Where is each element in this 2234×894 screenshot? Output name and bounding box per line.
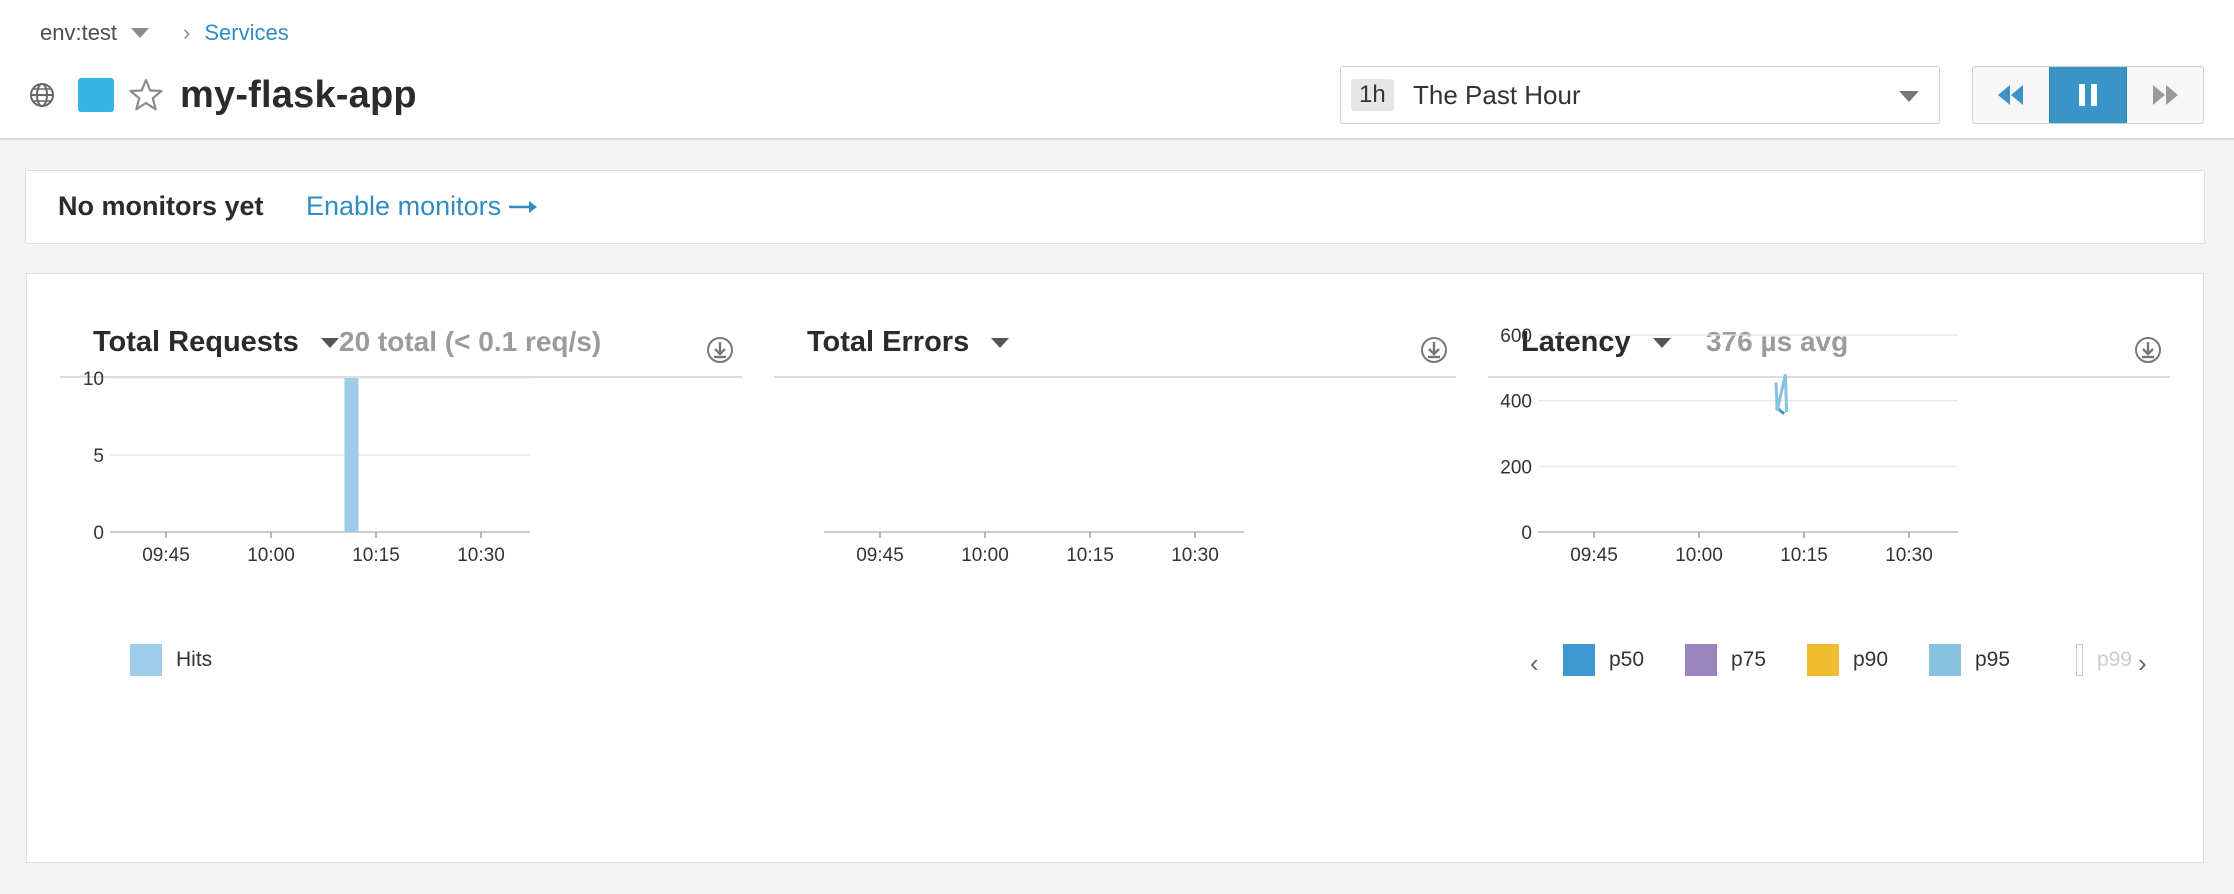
widget-header: Total Requests 20 total (< 0.1 req/s) bbox=[60, 314, 742, 378]
legend-swatch bbox=[1685, 644, 1717, 676]
widget-title-dropdown[interactable]: Total Errors bbox=[807, 326, 1010, 359]
legend-item[interactable]: p75 bbox=[1685, 644, 1766, 676]
widget-header: Latency 376 µs avg bbox=[1488, 314, 2170, 378]
x-tick-label: 10:00 bbox=[1675, 545, 1723, 566]
download-icon[interactable] bbox=[2134, 336, 2162, 364]
widget-header: Total Errors bbox=[774, 314, 1456, 378]
legend-item[interactable]: p50 bbox=[1563, 644, 1644, 676]
y-tick-label: 0 bbox=[93, 523, 104, 544]
x-tick-label: 09:45 bbox=[142, 545, 190, 566]
breadcrumb-services-link[interactable]: Services bbox=[204, 20, 288, 46]
star-icon[interactable] bbox=[128, 77, 164, 113]
time-range-badge: 1h bbox=[1351, 79, 1394, 111]
legend-swatch bbox=[130, 644, 162, 676]
legend-item[interactable]: p90 bbox=[1807, 644, 1888, 676]
y-tick-label: 200 bbox=[1500, 457, 1532, 478]
x-tick-label: 09:45 bbox=[856, 545, 904, 566]
y-tick-label: 400 bbox=[1500, 392, 1532, 413]
legend-next-icon[interactable]: › bbox=[2138, 648, 2147, 679]
monitors-banner: No monitors yet Enable monitors bbox=[25, 170, 2205, 244]
legend-prev-icon[interactable]: ‹ bbox=[1530, 648, 1539, 679]
widget-title-dropdown[interactable]: Total Requests bbox=[93, 326, 339, 359]
enable-monitors-link[interactable]: Enable monitors bbox=[306, 191, 539, 222]
arrow-right-icon bbox=[509, 200, 538, 213]
env-selector[interactable]: env:test bbox=[40, 20, 117, 46]
legend-label: Hits bbox=[176, 648, 213, 671]
page-header: env:test › Services my-flask-app 1h The … bbox=[0, 0, 2234, 140]
x-tick-label: 10:30 bbox=[1885, 545, 1933, 566]
globe-icon bbox=[30, 83, 54, 107]
chevron-down-icon bbox=[320, 337, 339, 348]
breadcrumb: env:test › Services bbox=[40, 16, 289, 50]
legend-swatch bbox=[1563, 644, 1595, 676]
chevron-down-icon[interactable] bbox=[131, 28, 150, 38]
x-tick-label: 10:00 bbox=[961, 545, 1009, 566]
chart-legend: Hits bbox=[60, 644, 742, 680]
x-tick-label: 09:45 bbox=[1570, 545, 1618, 566]
legend-label: p95 bbox=[1975, 648, 2011, 671]
total-requests-widget: Total Requests 20 total (< 0.1 req/s) 0 5… bbox=[60, 314, 742, 794]
pause-icon bbox=[2079, 84, 2097, 106]
legend-label: p50 bbox=[1609, 648, 1645, 671]
chevron-right-icon: › bbox=[183, 20, 191, 45]
y-tick-label: 10 bbox=[83, 369, 104, 390]
fast-forward-icon bbox=[2153, 85, 2178, 105]
service-summary-panel: Total Requests 20 total (< 0.1 req/s) 0 5… bbox=[26, 273, 2204, 863]
total-errors-chart: 09:45 10:00 10:15 10:30 bbox=[824, 531, 1244, 566]
rewind-icon bbox=[1998, 85, 2023, 105]
chart-legend: ‹ p50 p75 p90 p95 p99 › bbox=[1488, 644, 2170, 680]
bar bbox=[351, 378, 359, 532]
total-errors-widget: Total Errors 09:45 10:00 10:15 10:30 bbox=[774, 314, 1456, 794]
x-tick-label: 10:00 bbox=[247, 545, 295, 566]
legend-label: p90 bbox=[1853, 648, 1889, 671]
page-title: my-flask-app bbox=[180, 73, 417, 116]
x-tick-label: 10:30 bbox=[457, 545, 505, 566]
widget-stat: 20 total (< 0.1 req/s) bbox=[339, 326, 602, 357]
legend-swatch bbox=[1929, 644, 1961, 676]
latency-chart: 0 200 400 600 09:45 10:00 10:15 10:30 bbox=[1500, 326, 1958, 566]
app-color-swatch[interactable] bbox=[78, 78, 114, 112]
widget-title-dropdown[interactable]: Latency bbox=[1521, 326, 1671, 359]
chevron-down-icon bbox=[1899, 91, 1919, 102]
latency-widget: Latency 376 µs avg 0 200 400 600 09:45 10:00 1… bbox=[1488, 314, 2170, 794]
legend-label: p75 bbox=[1731, 648, 1767, 671]
time-range-label: The Past Hour bbox=[1413, 80, 1581, 110]
y-tick-label: 5 bbox=[93, 446, 104, 467]
widget-title: Latency bbox=[1521, 326, 1631, 358]
x-tick-label: 10:15 bbox=[1780, 545, 1828, 566]
legend-item[interactable]: p95 bbox=[1929, 644, 2010, 676]
playback-controls bbox=[1972, 66, 2204, 124]
download-icon[interactable] bbox=[1420, 336, 1448, 364]
widget-title: Total Requests bbox=[93, 326, 299, 358]
legend-item[interactable]: Hits bbox=[130, 644, 212, 676]
widget-title: Total Errors bbox=[807, 326, 970, 358]
x-tick-label: 10:30 bbox=[1171, 545, 1219, 566]
series-line bbox=[1774, 374, 1789, 413]
x-tick-label: 10:15 bbox=[1066, 545, 1114, 566]
rewind-button[interactable] bbox=[1973, 67, 2049, 123]
pause-button[interactable] bbox=[2049, 67, 2127, 123]
y-tick-label: 0 bbox=[1521, 523, 1532, 544]
monitors-status: No monitors yet bbox=[58, 191, 264, 221]
y-tick-label: 600 bbox=[1500, 326, 1532, 347]
bar bbox=[344, 378, 352, 532]
legend-label: p99 bbox=[2096, 648, 2132, 671]
widget-stat: 376 µs avg bbox=[1706, 326, 1849, 357]
chevron-down-icon bbox=[1652, 337, 1671, 348]
fast-forward-button[interactable] bbox=[2127, 67, 2203, 123]
legend-swatch bbox=[1807, 644, 1839, 676]
total-requests-chart: 0 5 10 09:45 10:00 10:15 10:30 bbox=[83, 369, 530, 566]
chevron-down-icon bbox=[991, 337, 1010, 348]
enable-monitors-label: Enable monitors bbox=[306, 191, 502, 221]
legend-swatch bbox=[2076, 644, 2083, 676]
title-row: my-flask-app bbox=[28, 68, 417, 122]
download-icon[interactable] bbox=[706, 336, 734, 364]
x-tick-label: 10:15 bbox=[352, 545, 400, 566]
time-range-dropdown[interactable]: 1h The Past Hour bbox=[1340, 66, 1940, 124]
legend-item[interactable]: p99 bbox=[2076, 644, 2132, 676]
